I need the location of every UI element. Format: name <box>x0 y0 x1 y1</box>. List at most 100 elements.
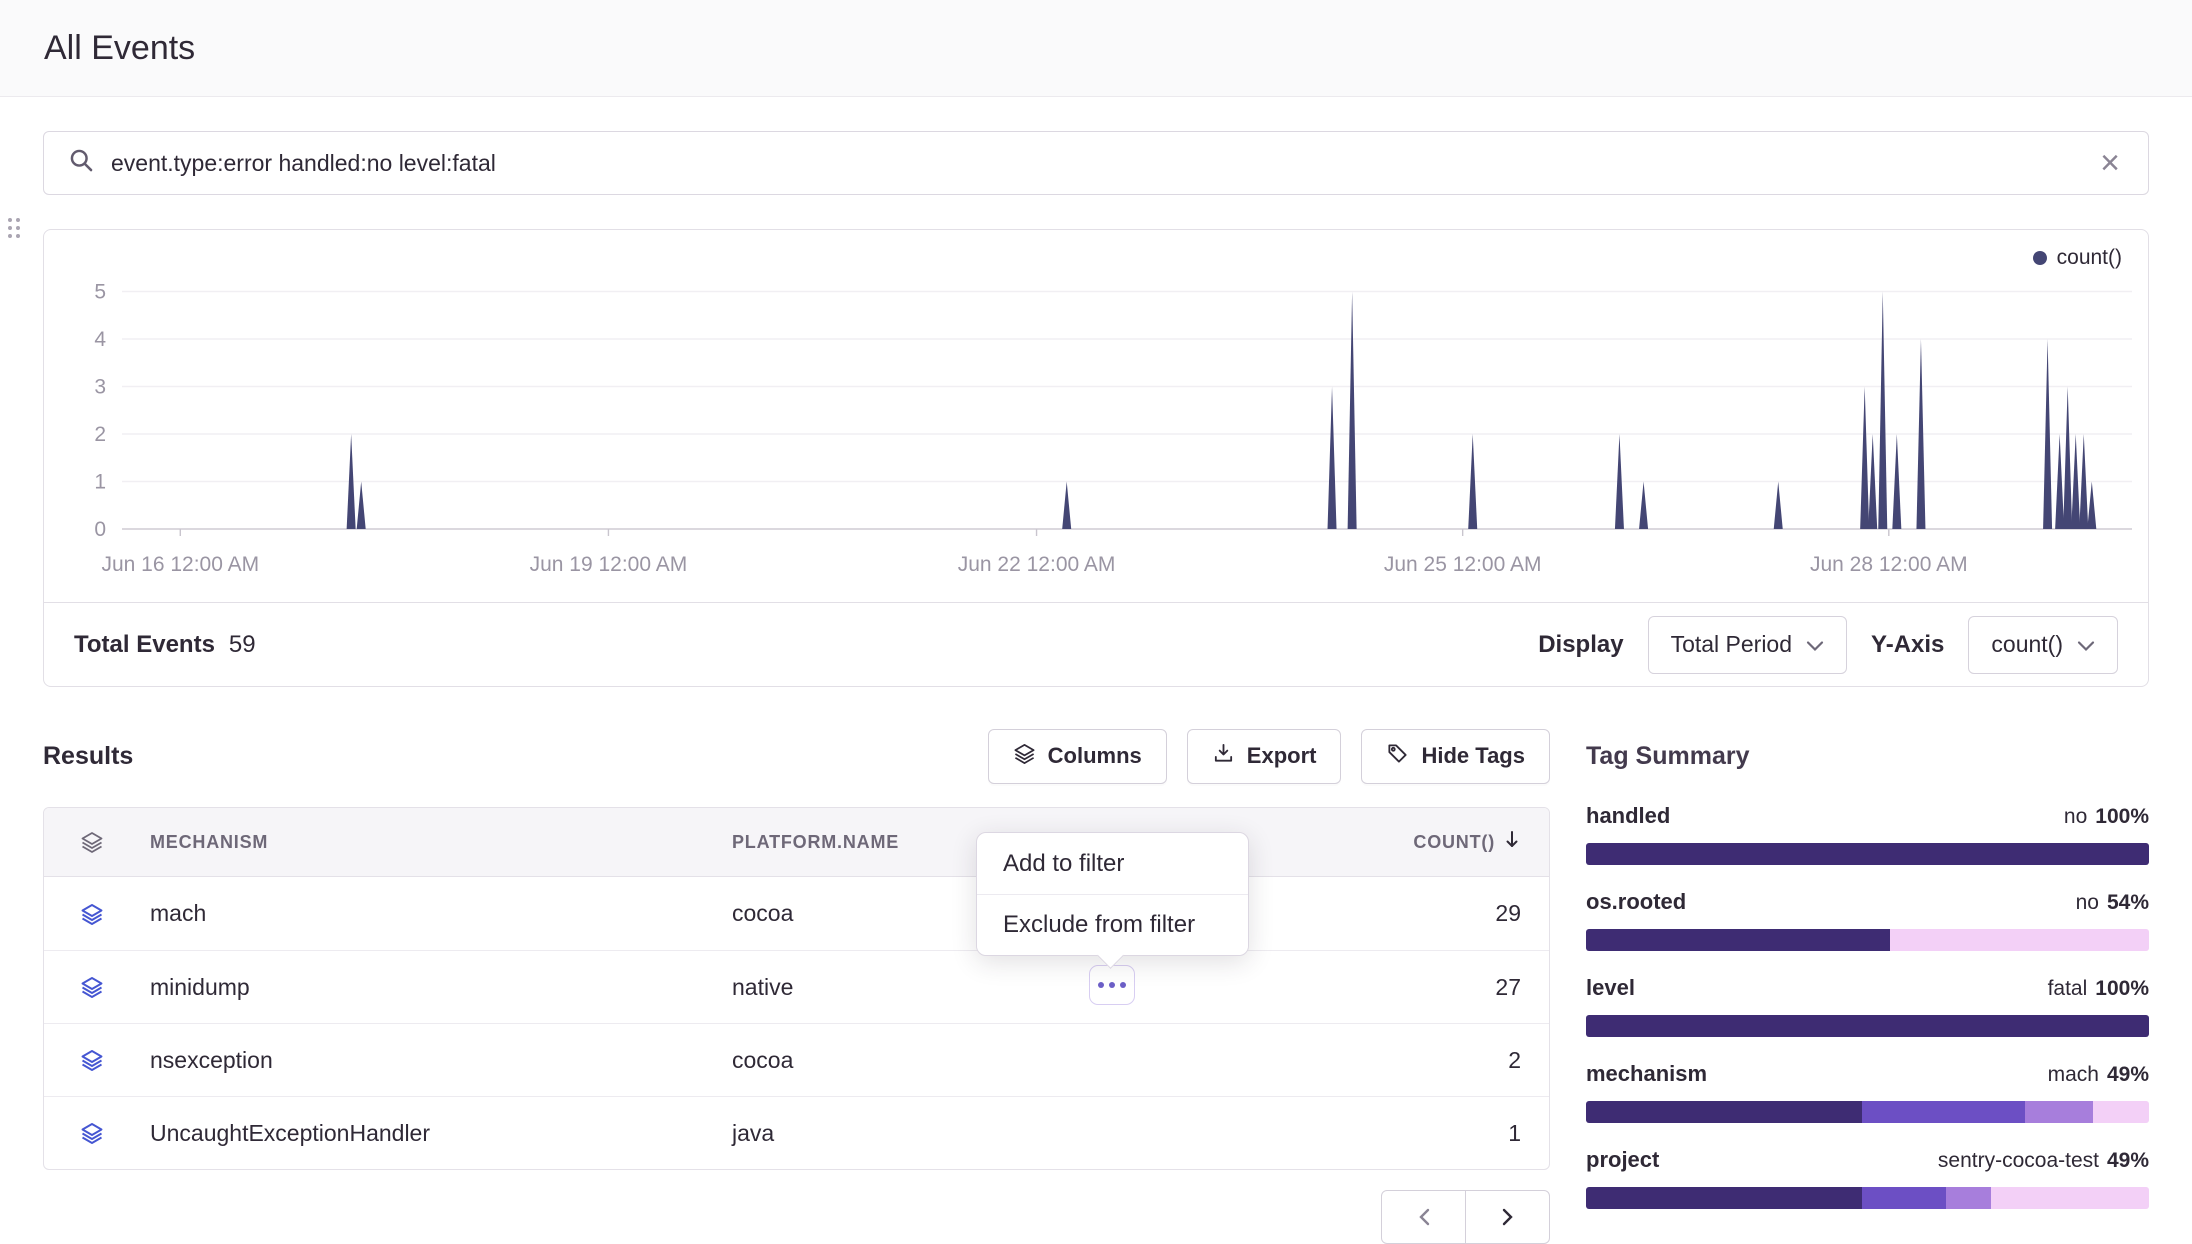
page-header: All Events <box>0 0 2192 97</box>
yaxis-label: Y-Axis <box>1871 631 1944 659</box>
row-actions-button[interactable] <box>1089 965 1135 1005</box>
search-row: event.type:error handled:no level:fatal … <box>0 97 2192 195</box>
results-header: Results Columns Expo <box>43 727 1550 785</box>
tag-block-handled: handled no 100% <box>1586 803 2149 865</box>
yaxis-dropdown-value: count() <box>1991 631 2063 658</box>
tag-block-mechanism: mechanism mach 49% <box>1586 1061 2149 1123</box>
tag-top-pct: 100% <box>2095 805 2149 829</box>
cell-platform: cocoa <box>732 1047 1309 1074</box>
legend-series-dot <box>2033 251 2047 265</box>
column-header-mechanism[interactable]: MECHANISM <box>140 832 732 853</box>
stacked-events-icon <box>44 902 140 926</box>
events-chart-panel: 012345Jun 16 12:00 AMJun 19 12:00 AMJun … <box>43 229 2149 687</box>
svg-text:1: 1 <box>94 471 106 494</box>
svg-text:Jun 25 12:00 AM: Jun 25 12:00 AM <box>1384 553 1542 576</box>
cell-count: 1 <box>1309 1120 1549 1147</box>
search-icon <box>68 147 95 179</box>
table-row: mach cocoa 29 <box>44 877 1549 950</box>
tag-summary-heading: Tag Summary <box>1586 727 2149 785</box>
cell-platform: java <box>732 1120 1309 1147</box>
tag-block-project: project sentry-cocoa-test 49% <box>1586 1147 2149 1209</box>
cell-mechanism: mach <box>140 900 732 927</box>
tag-icon <box>1386 742 1409 771</box>
tag-distribution-bar[interactable] <box>1586 1015 2149 1037</box>
ellipsis-icon <box>1098 982 1104 988</box>
tag-distribution-bar[interactable] <box>1586 1101 2149 1123</box>
table-row: UncaughtExceptionHandler java 1 <box>44 1096 1549 1169</box>
cell-mechanism: nsexception <box>140 1047 732 1074</box>
download-icon <box>1212 742 1235 771</box>
display-dropdown[interactable]: Total Period <box>1648 616 1847 674</box>
svg-text:4: 4 <box>94 328 106 351</box>
count-header-label: COUNT() <box>1413 832 1495 853</box>
svg-text:Jun 16 12:00 AM: Jun 16 12:00 AM <box>101 553 259 576</box>
tag-top-pct: 54% <box>2107 891 2149 915</box>
tag-name: os.rooted <box>1586 889 1686 915</box>
tag-top-pct: 49% <box>2107 1149 2149 1173</box>
table-row: minidump native 27 <box>44 950 1549 1023</box>
tag-distribution-bar[interactable] <box>1586 1187 2149 1209</box>
cell-count: 2 <box>1309 1047 1549 1074</box>
chart-footer: Total Events 59 Display Total Period Y-A… <box>44 602 2148 686</box>
column-header-count[interactable]: COUNT() <box>1309 830 1549 855</box>
table-header-row: MECHANISM PLATFORM.NAME COUNT() <box>44 808 1549 877</box>
prev-page-button[interactable] <box>1381 1190 1466 1244</box>
search-bar[interactable]: event.type:error handled:no level:fatal … <box>43 131 2149 195</box>
menu-item-exclude-from-filter[interactable]: Exclude from filter <box>977 894 1248 955</box>
results-table-wrap: MECHANISM PLATFORM.NAME COUNT() mach coc… <box>43 807 1550 1170</box>
tag-name: level <box>1586 975 1635 1001</box>
tag-block-os-rooted: os.rooted no 54% <box>1586 889 2149 951</box>
svg-text:Jun 19 12:00 AM: Jun 19 12:00 AM <box>530 553 688 576</box>
chevron-down-icon <box>1806 631 1824 658</box>
export-button-label: Export <box>1247 743 1317 769</box>
yaxis-dropdown[interactable]: count() <box>1968 616 2118 674</box>
stacked-events-icon <box>44 975 140 999</box>
legend-series-label: count() <box>2057 246 2122 270</box>
tag-top-value: sentry-cocoa-test <box>1938 1149 2099 1173</box>
search-input[interactable]: event.type:error handled:no level:fatal <box>111 150 2080 177</box>
events-chart: 012345Jun 16 12:00 AMJun 19 12:00 AMJun … <box>44 230 2148 602</box>
next-page-button[interactable] <box>1465 1190 1550 1244</box>
svg-text:Jun 28 12:00 AM: Jun 28 12:00 AM <box>1810 553 1968 576</box>
menu-item-add-to-filter[interactable]: Add to filter <box>977 833 1248 894</box>
layers-icon <box>44 830 140 854</box>
hide-tags-button-label: Hide Tags <box>1421 743 1525 769</box>
drag-handle-icon[interactable] <box>8 218 20 238</box>
tag-name: mechanism <box>1586 1061 1707 1087</box>
results-table: MECHANISM PLATFORM.NAME COUNT() mach coc… <box>43 807 1550 1170</box>
tag-name: handled <box>1586 803 1670 829</box>
svg-text:5: 5 <box>94 281 106 304</box>
context-menu: Add to filter Exclude from filter <box>976 832 1249 956</box>
columns-button-label: Columns <box>1048 743 1142 769</box>
stacked-events-icon <box>44 1048 140 1072</box>
results-heading: Results <box>43 742 133 771</box>
clear-search-icon[interactable]: × <box>2096 146 2124 180</box>
export-button[interactable]: Export <box>1187 729 1342 784</box>
svg-text:3: 3 <box>94 376 106 399</box>
display-dropdown-value: Total Period <box>1671 631 1792 658</box>
tag-block-level: level fatal 100% <box>1586 975 2149 1037</box>
tag-top-pct: 49% <box>2107 1063 2149 1087</box>
tag-top-pct: 100% <box>2095 977 2149 1001</box>
columns-button[interactable]: Columns <box>988 729 1167 784</box>
svg-text:Jun 22 12:00 AM: Jun 22 12:00 AM <box>958 553 1116 576</box>
total-events-label: Total Events <box>74 631 215 659</box>
cell-count: 27 <box>1309 974 1549 1001</box>
stacked-events-icon <box>44 1121 140 1145</box>
sort-desc-icon <box>1503 830 1521 855</box>
cell-count: 29 <box>1309 900 1549 927</box>
tag-top-value: fatal <box>2048 977 2088 1001</box>
tag-summary: Tag Summary handled no 100% os.rooted no <box>1586 687 2149 1233</box>
tag-top-value: no <box>2064 805 2087 829</box>
cell-mechanism: minidump <box>140 974 732 1001</box>
total-events: Total Events 59 <box>74 631 256 659</box>
tag-distribution-bar[interactable] <box>1586 843 2149 865</box>
svg-text:0: 0 <box>94 518 106 541</box>
tag-distribution-bar[interactable] <box>1586 929 2149 951</box>
cell-mechanism: UncaughtExceptionHandler <box>140 1120 732 1147</box>
hide-tags-button[interactable]: Hide Tags <box>1361 729 1550 784</box>
tag-top-value: no <box>2076 891 2099 915</box>
chart-legend[interactable]: count() <box>2033 246 2122 270</box>
chart-canvas: 012345Jun 16 12:00 AMJun 19 12:00 AMJun … <box>44 230 2148 602</box>
table-row: nsexception cocoa 2 <box>44 1023 1549 1096</box>
